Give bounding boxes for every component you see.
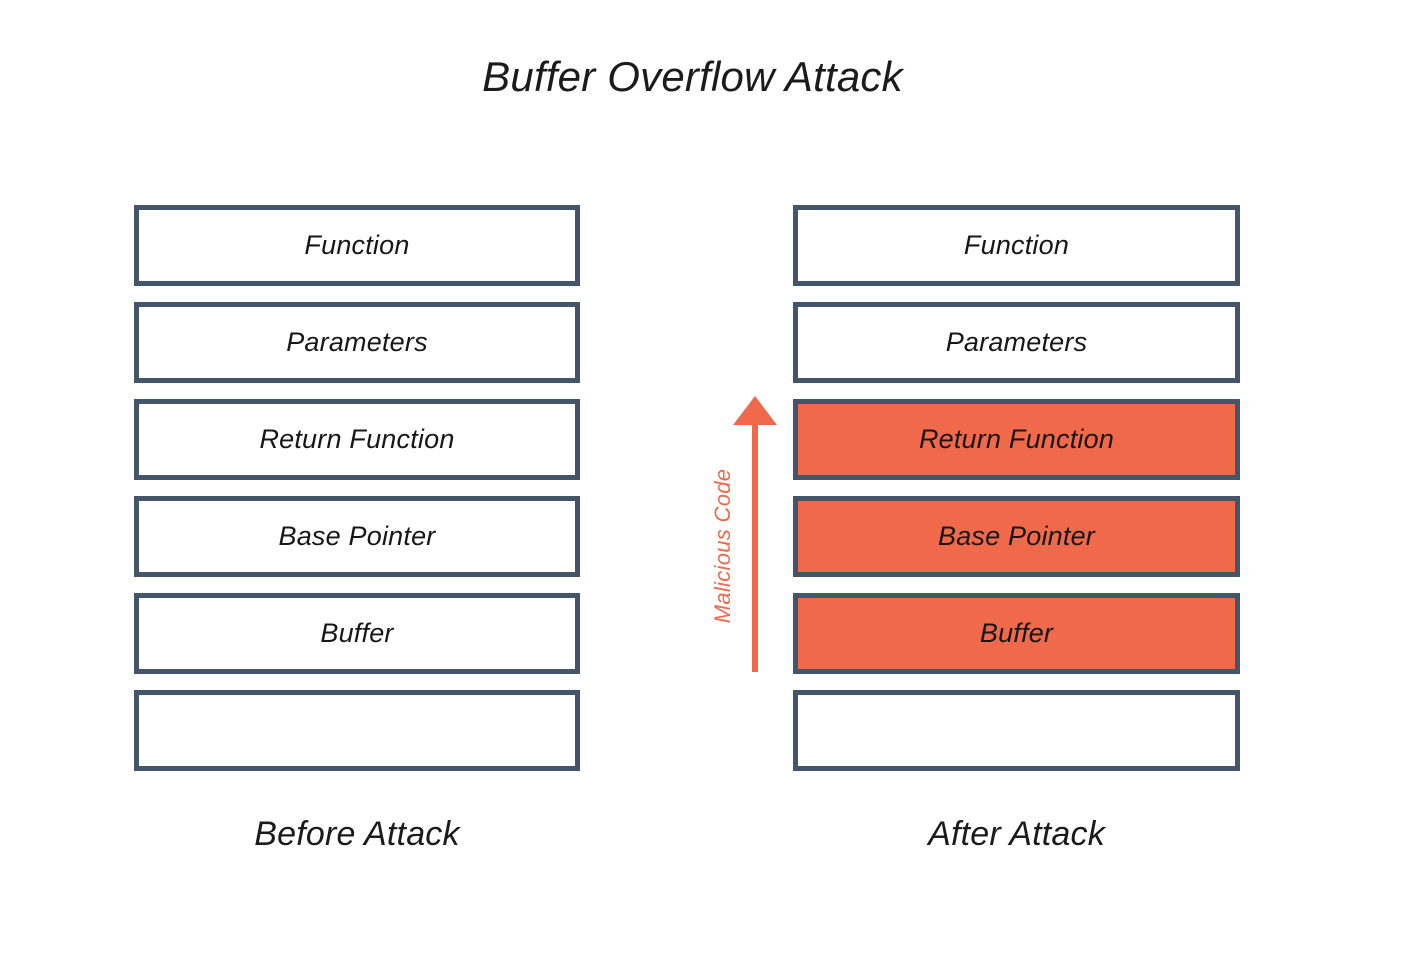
malicious-code-label: Malicious Code <box>710 468 735 624</box>
stack-frame-function: Function <box>793 205 1240 286</box>
stack-frame-base-pointer: Base Pointer <box>793 496 1240 577</box>
stack-frame-empty <box>134 690 580 771</box>
stack-column-before-attack: Function Parameters Return Function Base… <box>134 205 580 771</box>
stack-frame-parameters: Parameters <box>793 302 1240 383</box>
stack-frame-label: Base Pointer <box>278 521 436 551</box>
stack-frame-return-function: Return Function <box>793 399 1240 480</box>
stack-frame-buffer: Buffer <box>793 593 1240 674</box>
stack-frame-label: Parameters <box>945 327 1088 357</box>
stack-frame-label: Parameters <box>286 327 428 357</box>
stack-frame-label: Buffer <box>979 618 1054 648</box>
stack-frame-base-pointer: Base Pointer <box>134 496 580 577</box>
stack-frame-label: Function <box>304 230 410 260</box>
stack-frame-return-function: Return Function <box>134 399 580 480</box>
stack-frame-label: Return Function <box>259 424 455 454</box>
stack-frame-label: Base Pointer <box>938 521 1095 551</box>
stack-frame-buffer: Buffer <box>134 593 580 674</box>
caption-after-attack: After Attack <box>928 815 1105 853</box>
page-title: Buffer Overflow Attack <box>482 53 903 100</box>
stack-frame-label: Buffer <box>320 618 394 648</box>
stack-frame-label: Function <box>963 230 1070 260</box>
stack-frame-function: Function <box>134 205 580 286</box>
stack-frame-parameters: Parameters <box>134 302 580 383</box>
diagram-canvas: Buffer Overflow Attack Function Paramete… <box>0 0 1410 954</box>
caption-before-attack: Before Attack <box>254 815 460 853</box>
stack-frame-label: Return Function <box>918 424 1115 454</box>
stack-column-after-attack: Function Parameters Return Function Base… <box>793 205 1240 771</box>
stack-frame-empty <box>793 690 1240 771</box>
